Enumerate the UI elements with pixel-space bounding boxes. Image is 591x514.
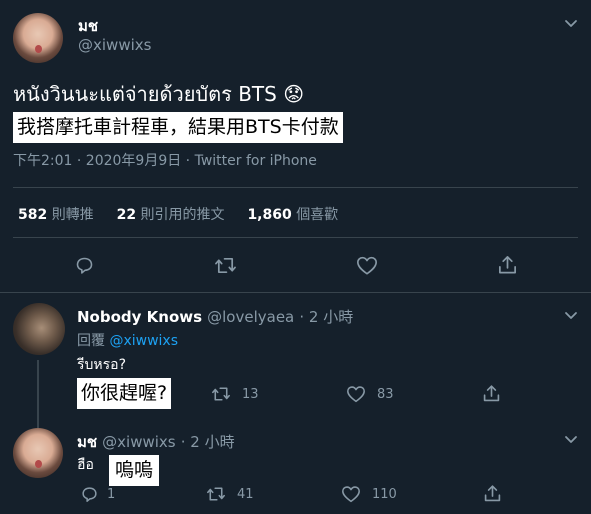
tweet-meta[interactable]: 下午2:01 · 2020年9月9日 · Twitter for iPhone bbox=[13, 150, 317, 170]
chevron-down-icon[interactable] bbox=[563, 15, 579, 31]
tweet-text-content: หนังวินนะแต่จ่ายด้วยบัตร BTS bbox=[13, 82, 277, 106]
retweet-count: 41 bbox=[237, 487, 254, 502]
quotes-stat[interactable]: 22 則引用的推文 bbox=[117, 207, 229, 223]
avatar[interactable] bbox=[13, 13, 63, 63]
reply-header: Nobody Knows @lovelyaea · 2 小時 bbox=[77, 306, 353, 327]
tweet-stats: 582 則轉推 22 則引用的推文 1,860 個喜歡 bbox=[18, 204, 338, 224]
display-name[interactable]: Nobody Knows bbox=[77, 308, 202, 326]
chevron-down-icon[interactable] bbox=[563, 307, 579, 323]
reply-context: 回覆 @xiwwixs bbox=[77, 333, 178, 349]
translation-caption: 嗚嗚 bbox=[109, 455, 160, 486]
like-icon[interactable] bbox=[341, 485, 361, 503]
handle[interactable]: @xiwwixs bbox=[78, 36, 151, 54]
handle[interactable]: @xiwwixs bbox=[102, 433, 175, 451]
tweet-text: รีบหรอ? bbox=[77, 357, 126, 373]
retweet-icon[interactable] bbox=[214, 255, 237, 276]
translation-caption: 我搭摩托車計程車，結果用BTS卡付款 bbox=[13, 112, 343, 143]
like-count: 110 bbox=[372, 487, 397, 502]
chevron-down-icon[interactable] bbox=[563, 431, 579, 447]
worried-face-emoji: 😟 bbox=[283, 82, 305, 106]
avatar[interactable] bbox=[13, 428, 63, 478]
display-name[interactable]: มช bbox=[78, 14, 98, 38]
display-name[interactable]: มช bbox=[77, 433, 97, 451]
avatar[interactable] bbox=[13, 303, 65, 355]
retweet-count: 13 bbox=[242, 387, 259, 402]
retweet-icon[interactable] bbox=[206, 485, 226, 503]
timestamp[interactable]: · 2 小時 bbox=[299, 308, 353, 326]
reply-icon[interactable] bbox=[74, 255, 95, 276]
reply-header: มช @xiwwixs · 2 小時 bbox=[77, 430, 235, 454]
likes-stat[interactable]: 1,860 個喜歡 bbox=[247, 207, 338, 223]
reply-count: 1 bbox=[107, 487, 116, 502]
reply-icon[interactable] bbox=[80, 485, 99, 504]
translation-caption: 你很趕喔? bbox=[77, 378, 172, 409]
like-count: 83 bbox=[377, 387, 394, 402]
tweet-text: หนังวินนะแต่จ่ายด้วยบัตร BTS 😟 bbox=[13, 82, 304, 106]
retweet-icon[interactable] bbox=[211, 385, 231, 403]
share-icon[interactable] bbox=[483, 484, 502, 503]
like-icon[interactable] bbox=[346, 385, 366, 403]
retweets-stat[interactable]: 582 則轉推 bbox=[18, 207, 98, 223]
like-icon[interactable] bbox=[356, 255, 378, 276]
timestamp[interactable]: · 2 小時 bbox=[181, 433, 235, 451]
tweet-text: ฮือ bbox=[77, 457, 94, 473]
handle[interactable]: @lovelyaea bbox=[207, 308, 294, 326]
reply-to-link[interactable]: @xiwwixs bbox=[109, 333, 178, 349]
share-icon[interactable] bbox=[482, 384, 501, 403]
share-icon[interactable] bbox=[497, 254, 518, 276]
